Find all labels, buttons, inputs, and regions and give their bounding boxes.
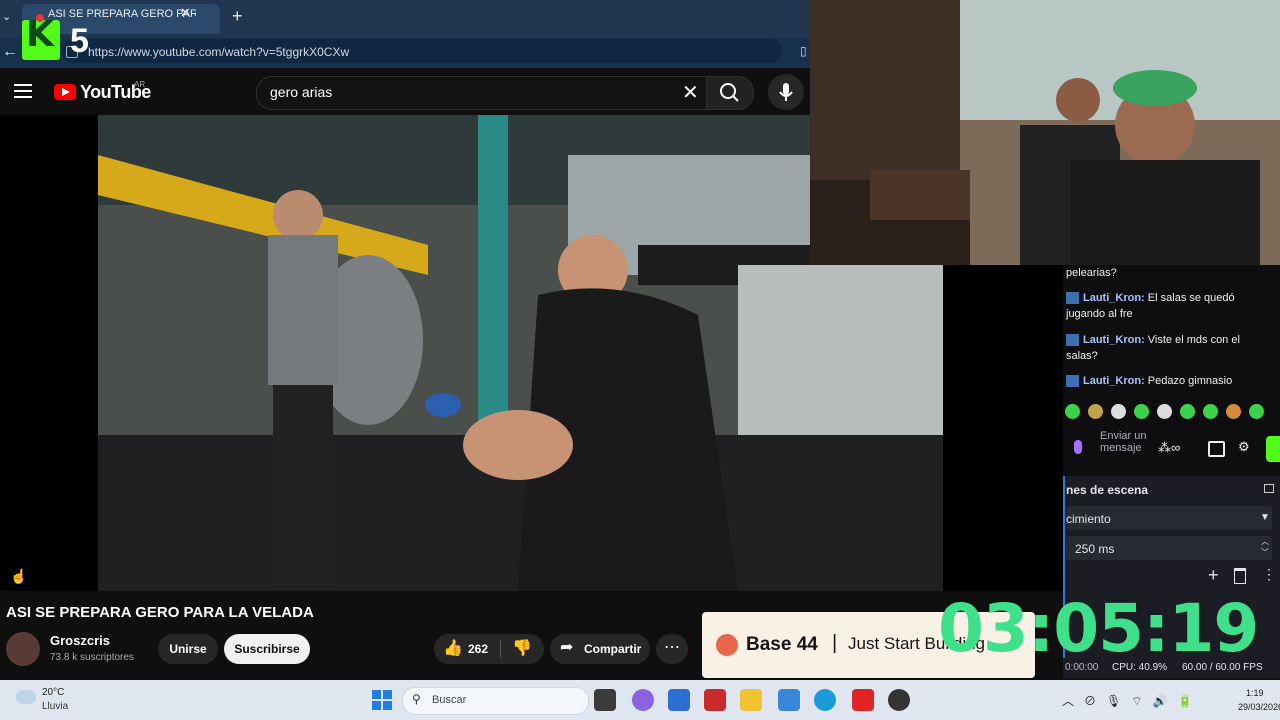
webcam-image bbox=[810, 0, 1280, 265]
more-options-icon[interactable]: ⋮ bbox=[1262, 566, 1276, 583]
chat-username[interactable]: Lauti_Kron: bbox=[1083, 334, 1145, 346]
hamburger-menu-icon[interactable] bbox=[14, 84, 32, 98]
weather-cloud-icon[interactable] bbox=[16, 690, 36, 704]
video-letterbox-left bbox=[0, 115, 98, 591]
obs-panel-title: nes de escena bbox=[1066, 483, 1149, 497]
stepper-arrows-icon[interactable]: ︿ ﹀ bbox=[1261, 536, 1269, 558]
obs-icon[interactable] bbox=[888, 689, 910, 711]
chat-username[interactable]: Lauti_Kron: bbox=[1083, 292, 1145, 304]
clock-time[interactable]: 1:19 bbox=[1246, 688, 1264, 698]
chat-input-placeholder[interactable]: Enviar un mensaje bbox=[1100, 430, 1148, 454]
channel-avatar[interactable] bbox=[6, 632, 40, 666]
play-triangle-icon bbox=[62, 88, 70, 96]
trash-icon[interactable] bbox=[1234, 568, 1246, 584]
emote-icon[interactable] bbox=[1203, 404, 1218, 419]
ad-separator: | bbox=[832, 632, 838, 654]
emote-icon[interactable] bbox=[1157, 404, 1172, 419]
channel-name[interactable]: Groszcris bbox=[50, 633, 110, 648]
search-icon: ⚲ bbox=[412, 692, 421, 706]
video-letterbox-right bbox=[943, 265, 1063, 591]
ad-brand: Base 44 bbox=[746, 634, 818, 655]
live-dot-icon bbox=[36, 14, 44, 22]
copilot-icon[interactable] bbox=[632, 689, 654, 711]
chat-message: Lauti_Kron: Pedazo gimnasio bbox=[1066, 373, 1266, 389]
chat-microphone-icon[interactable] bbox=[1074, 440, 1082, 454]
base44-logo-icon bbox=[716, 634, 738, 656]
chat-text: Pedazo gimnasio bbox=[1147, 375, 1233, 387]
taskbar-search-box[interactable] bbox=[402, 687, 589, 715]
url-text[interactable]: https://www.youtube.com/watch?v=5tggrkX0… bbox=[88, 45, 349, 59]
settings-gear-icon[interactable]: ⚙ bbox=[1238, 439, 1250, 455]
emote-icon[interactable] bbox=[1134, 404, 1149, 419]
bookmark-icon[interactable]: ▯ bbox=[800, 44, 807, 58]
search-button[interactable] bbox=[706, 76, 754, 110]
thumbs-up-icon[interactable]: 👍 bbox=[443, 638, 463, 658]
add-transition-icon[interactable]: + bbox=[1208, 565, 1219, 586]
subscriber-badge-icon bbox=[1066, 375, 1079, 388]
chat-users-icon[interactable]: ⁂∞ bbox=[1158, 440, 1180, 456]
chat-username[interactable]: Lauti_Kron: bbox=[1083, 375, 1145, 387]
back-arrow-icon[interactable]: ← bbox=[2, 43, 18, 61]
store-icon[interactable] bbox=[668, 689, 690, 711]
chat-message: Lauti_Kron: Viste el mds con el salas? bbox=[1066, 332, 1266, 364]
chat-message: pelearias? bbox=[1066, 265, 1266, 281]
emote-icon[interactable] bbox=[1249, 404, 1264, 419]
clock-date[interactable]: 29/03/2026 bbox=[1238, 702, 1280, 712]
subscriber-badge-icon bbox=[1066, 334, 1079, 347]
tab-close-icon[interactable]: ✕ bbox=[180, 5, 191, 21]
thumbs-down-icon[interactable]: 👎 bbox=[512, 638, 532, 658]
new-tab-button[interactable]: + bbox=[232, 6, 243, 27]
search-input-value[interactable]: gero arias bbox=[270, 84, 332, 100]
subscriber-badge-icon bbox=[1066, 292, 1079, 305]
duration-value[interactable]: 250 ms bbox=[1075, 542, 1114, 556]
microphone-icon bbox=[779, 83, 793, 101]
emote-bar bbox=[1063, 404, 1280, 424]
clear-search-icon[interactable]: ✕ bbox=[682, 80, 699, 105]
task-view-icon[interactable] bbox=[594, 689, 616, 711]
webcam-feed bbox=[810, 0, 1280, 265]
share-arrow-icon[interactable]: ➦ bbox=[560, 637, 573, 657]
tab-list-chevron-icon[interactable]: ⌄ bbox=[2, 10, 11, 23]
hand-cursor-icon: ☝ bbox=[10, 568, 28, 584]
chat-text: pelearias? bbox=[1066, 267, 1117, 279]
chat-send-button[interactable] bbox=[1266, 436, 1280, 462]
subscriber-count: 73.8 k suscriptores bbox=[50, 652, 134, 663]
system-tray-icons[interactable]: ︿ ⊘ 🎙 ⌔ 🔊 🔋 bbox=[1062, 692, 1192, 709]
mcafee-icon[interactable] bbox=[704, 689, 726, 711]
emote-icon[interactable] bbox=[1088, 404, 1103, 419]
more-actions-button[interactable]: ⋯ bbox=[656, 634, 688, 664]
like-divider bbox=[500, 640, 501, 658]
weather-temperature[interactable]: 20°C bbox=[42, 687, 64, 698]
search-icon bbox=[720, 83, 739, 102]
subscribe-button[interactable]: Suscribirse bbox=[224, 634, 310, 664]
chevron-down-icon[interactable]: ▼ bbox=[1260, 512, 1270, 523]
share-label[interactable]: Compartir bbox=[584, 642, 641, 656]
stream-timer: 03:05:19 bbox=[938, 590, 1259, 667]
voice-search-button[interactable] bbox=[768, 74, 804, 110]
country-code: AR bbox=[134, 80, 146, 89]
emote-icon[interactable] bbox=[1065, 404, 1080, 419]
weather-description[interactable]: Lluvia bbox=[42, 701, 68, 712]
file-explorer-icon[interactable] bbox=[740, 689, 762, 711]
windows-start-icon[interactable] bbox=[372, 690, 392, 710]
emote-icon[interactable] bbox=[1180, 404, 1195, 419]
undock-icon[interactable] bbox=[1264, 484, 1274, 493]
emote-icon[interactable] bbox=[1226, 404, 1241, 419]
join-button[interactable]: Unirse bbox=[158, 634, 218, 664]
tab-title: ASI SE PREPARA GERO PARA LA VELADA bbox=[48, 8, 196, 20]
transition-select-value[interactable]: cimiento bbox=[1066, 512, 1111, 526]
video-title: ASI SE PREPARA GERO PARA LA VELADA bbox=[6, 604, 314, 621]
edge-icon[interactable] bbox=[814, 689, 836, 711]
taskbar-search-placeholder[interactable]: Buscar bbox=[432, 694, 466, 706]
like-count[interactable]: 262 bbox=[468, 642, 488, 656]
l-app-icon[interactable] bbox=[852, 689, 874, 711]
kick-overlay-number: 5 bbox=[70, 22, 89, 60]
gift-icon[interactable] bbox=[1208, 441, 1225, 457]
outlook-icon[interactable] bbox=[778, 689, 800, 711]
emote-icon[interactable] bbox=[1111, 404, 1126, 419]
chat-message: Lauti_Kron: El salas se quedó jugando al… bbox=[1066, 290, 1266, 322]
